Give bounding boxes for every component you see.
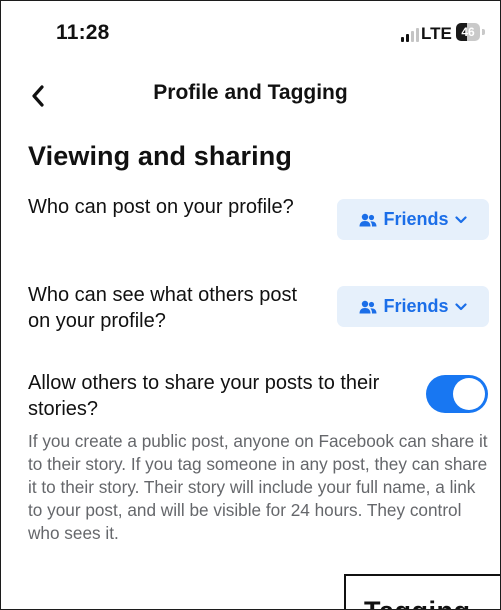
phone-screen: 11:28 LTE 46 Profile and Tagging Viewing…	[0, 0, 501, 610]
network-type-label: LTE	[421, 24, 452, 43]
see-others-posts-label: Who can see what others post on your pro…	[28, 284, 298, 332]
audience-label: Friends	[383, 296, 449, 316]
chevron-down-icon	[454, 302, 467, 310]
audience-label: Friends	[383, 209, 449, 229]
see-audience-button[interactable]: Friends	[337, 286, 489, 327]
nav-header: Profile and Tagging	[1, 71, 500, 121]
battery-icon: 46	[456, 23, 486, 41]
friends-icon	[359, 213, 377, 226]
tagging-section-card: Tagging	[344, 574, 500, 609]
share-to-stories-label: Allow others to share your posts to thei…	[28, 372, 380, 420]
post-audience-button[interactable]: Friends	[337, 199, 489, 240]
tagging-section-title: Tagging	[364, 596, 470, 609]
section-heading: Viewing and sharing	[28, 141, 292, 171]
share-to-stories-toggle[interactable]	[426, 375, 488, 413]
signal-bars-icon	[401, 28, 419, 42]
post-on-profile-label: Who can post on your profile?	[28, 196, 294, 218]
page-title: Profile and Tagging	[153, 81, 348, 104]
share-to-stories-description: If you create a public post, anyone on F…	[28, 431, 488, 543]
status-time: 11:28	[56, 21, 110, 44]
chevron-down-icon	[454, 215, 467, 223]
friends-icon	[359, 300, 377, 313]
toggle-knob	[453, 378, 485, 410]
battery-level: 46	[461, 25, 475, 39]
status-bar: 11:28 LTE 46	[1, 1, 500, 71]
battery-tip	[482, 29, 485, 35]
